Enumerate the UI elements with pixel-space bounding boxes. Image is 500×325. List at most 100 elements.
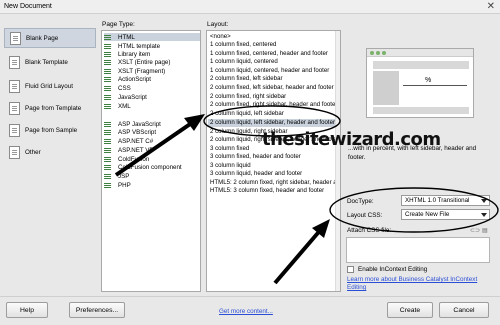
page-type-item[interactable]: ColdFusion component — [104, 163, 182, 171]
page-type-item-html[interactable]: HTML — [104, 33, 200, 41]
get-more-content-link[interactable]: Get more content... — [219, 308, 273, 315]
page-type-item[interactable]: ActionScript — [104, 75, 151, 83]
page-type-label-text: ASP VBScript — [118, 128, 157, 136]
page-type-item[interactable]: ASP VBScript — [104, 128, 156, 136]
layout-item[interactable]: 2 column liquid, right sidebar — [210, 128, 288, 136]
layout-item[interactable]: 2 column fixed, right sidebar — [210, 93, 286, 101]
page-type-label: Page Type: — [102, 21, 135, 28]
preferences-button[interactable]: Preferences... — [69, 302, 125, 318]
document-icon — [104, 43, 111, 50]
page-type-item[interactable]: JavaScript — [104, 93, 147, 101]
page-type-label-text: JSP — [118, 172, 130, 180]
sidebar-item-label: Page from Template — [25, 104, 82, 112]
title-bar: New Document ✕ — [0, 0, 500, 14]
page-type-item[interactable]: XSLT (Entire page) — [104, 58, 170, 66]
layout-css-label: Layout CSS: — [347, 212, 383, 219]
page-type-item[interactable]: ASP.NET C# — [104, 137, 153, 145]
help-button[interactable]: Help — [6, 302, 48, 318]
page-type-item[interactable]: ASP.NET VB — [104, 146, 154, 154]
layout-css-select[interactable]: Create New File — [401, 209, 490, 220]
page-type-label-text: ASP JavaScript — [118, 120, 161, 128]
page-type-item[interactable]: ASP JavaScript — [104, 120, 161, 128]
link-css-icon[interactable]: ⊂⊃ — [470, 227, 480, 234]
layout-item[interactable]: 1 column fixed, centered, header and foo… — [210, 50, 328, 58]
sidebar-item-label: Fluid Grid Layout — [25, 82, 73, 90]
page-type-label-text: XSLT (Fragment) — [118, 67, 166, 75]
doctype-select[interactable]: XHTML 1.0 Transitional — [401, 195, 490, 206]
document-icon — [104, 103, 111, 110]
document-icon — [104, 156, 111, 163]
incontext-checkbox[interactable] — [347, 266, 354, 273]
trash-icon[interactable]: ▤ — [482, 227, 488, 234]
sidebar-item-blank-template[interactable]: Blank Template — [4, 52, 96, 72]
layout-css-value: Create New File — [405, 211, 450, 218]
layout-item[interactable]: HTML5: 2 column fixed, right sidebar, he… — [210, 179, 340, 187]
page-type-item[interactable]: PHP — [104, 181, 131, 189]
page-type-item[interactable]: XSLT (Fragment) — [104, 67, 165, 75]
layout-item[interactable]: 1 column liquid, centered — [210, 58, 278, 66]
layout-item[interactable]: 3 column fixed, header and footer — [210, 153, 301, 161]
document-icon — [104, 68, 111, 75]
layout-item[interactable]: 3 column liquid, header and footer — [210, 170, 302, 178]
layout-preview: % — [366, 48, 474, 118]
layout-item[interactable]: 2 column liquid, left sidebar — [210, 110, 284, 118]
layout-item[interactable]: 3 column fixed — [210, 145, 249, 153]
layout-item[interactable]: 3 column liquid — [210, 162, 251, 170]
document-icon — [104, 138, 111, 145]
window-title: New Document — [4, 3, 52, 10]
page-type-item[interactable]: ColdFusion — [104, 155, 149, 163]
doctype-value: XHTML 1.0 Transitional — [405, 197, 470, 204]
sidebar-item-fluid-grid-layout[interactable]: Fluid Grid Layout — [4, 76, 96, 96]
document-icon — [104, 76, 111, 83]
layout-item[interactable]: 1 column fixed, centered — [210, 41, 276, 49]
page-type-item[interactable]: XML — [104, 102, 131, 110]
sidebar-item-blank-page[interactable]: Blank Page — [4, 28, 96, 48]
cancel-button[interactable]: Cancel — [439, 302, 489, 318]
preview-header-block — [373, 61, 469, 69]
layout-item[interactable]: 2 column liquid, right sidebar, header a… — [210, 136, 339, 144]
attached-css-list[interactable] — [346, 237, 490, 263]
document-icon — [104, 94, 111, 101]
sidebar-item-label: Blank Template — [25, 58, 68, 66]
layout-description: ...with in percent, with left sidebar, h… — [348, 144, 488, 162]
layout-item[interactable]: HTML5: 3 column fixed, header and footer — [210, 187, 324, 195]
preview-width-line — [403, 85, 467, 86]
layout-item[interactable]: 1 column liquid, centered, header and fo… — [210, 67, 329, 75]
layout-item[interactable]: 2 column fixed, left sidebar, header and… — [210, 84, 334, 92]
sidebar-item-label: Other — [25, 148, 41, 156]
blank-page-icon — [10, 31, 21, 45]
page-type-item[interactable]: Library item — [104, 50, 150, 58]
close-icon[interactable]: ✕ — [487, 1, 495, 12]
page-type-label-text: ASP.NET VB — [118, 146, 154, 154]
doctype-label: DocType: — [347, 198, 374, 205]
sidebar-item-label: Blank Page — [26, 34, 59, 42]
other-icon — [9, 145, 20, 159]
page-type-item[interactable]: CSS — [104, 84, 131, 92]
page-type-label-text: ColdFusion — [118, 155, 150, 163]
blank-template-icon — [9, 55, 20, 69]
page-type-label-text: XSLT (Entire page) — [118, 58, 171, 66]
document-icon — [104, 51, 111, 58]
page-type-label-text: ASP.NET C# — [118, 137, 154, 145]
layout-item[interactable]: 2 column fixed, left sidebar — [210, 75, 283, 83]
layout-item[interactable]: 2 column fixed, right sidebar, header an… — [210, 101, 337, 109]
category-sidebar: Blank Page Blank Template Fluid Grid Lay… — [4, 28, 96, 290]
document-icon — [104, 147, 111, 154]
document-icon — [104, 182, 111, 189]
layout-item-selected[interactable]: 2 column liquid, left sidebar, header an… — [208, 119, 338, 127]
page-type-item[interactable]: JSP — [104, 172, 129, 180]
learn-more-link[interactable]: Learn more about Business Catalyst InCon… — [347, 276, 493, 292]
page-type-item[interactable]: HTML template — [104, 42, 160, 50]
page-from-sample-icon — [9, 123, 20, 137]
layout-scrollbar[interactable] — [335, 31, 340, 291]
document-icon — [104, 164, 111, 171]
sidebar-item-page-from-sample[interactable]: Page from Sample — [4, 120, 96, 140]
page-type-list: HTML HTML template Library item XSLT (En… — [101, 30, 201, 292]
document-icon — [104, 121, 111, 128]
layout-item[interactable]: <none> — [210, 33, 231, 41]
incontext-label: Enable InContext Editing — [358, 266, 428, 273]
sidebar-item-page-from-template[interactable]: Page from Template — [4, 98, 96, 118]
sidebar-item-other[interactable]: Other — [4, 142, 96, 162]
preview-sidebar-block — [373, 71, 399, 105]
create-button[interactable]: Create — [387, 302, 433, 318]
